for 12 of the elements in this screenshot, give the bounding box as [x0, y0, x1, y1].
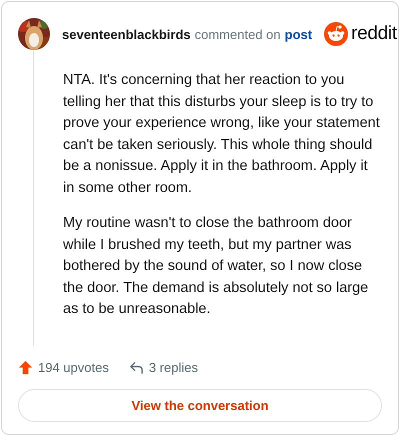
upvote-arrow-icon [18, 360, 33, 375]
alien-logo-icon [324, 22, 348, 46]
post-link[interactable]: post [284, 26, 312, 42]
upvote-count: 194 upvotes [38, 360, 109, 375]
comment-paragraph: My routine wasn't to close the bathroom door while I brushed my teeth, but my partner was bothered by the sound of water, so I now close the door. The demand is absolutely not so large as to be unreasonable. [63, 214, 370, 319]
action-text: commented on [194, 26, 281, 42]
logo-text: reddit [351, 23, 397, 45]
author-name[interactable]: seventeenblackbirds [62, 26, 191, 42]
reply-count: 3 replies [148, 360, 198, 375]
comment-paragraph: NTA. It's concerning that her reaction to you telling her that this disturbs your sleep is to try to prove your experience wrong, like your statement can't be taken seriously. This whole thing should be a nonissue. Apply it in the bathroom. Apply it in some other room. [63, 71, 381, 198]
reply-arrow-icon [128, 360, 144, 375]
view-conversation-button[interactable]: View the conversation [18, 389, 382, 422]
